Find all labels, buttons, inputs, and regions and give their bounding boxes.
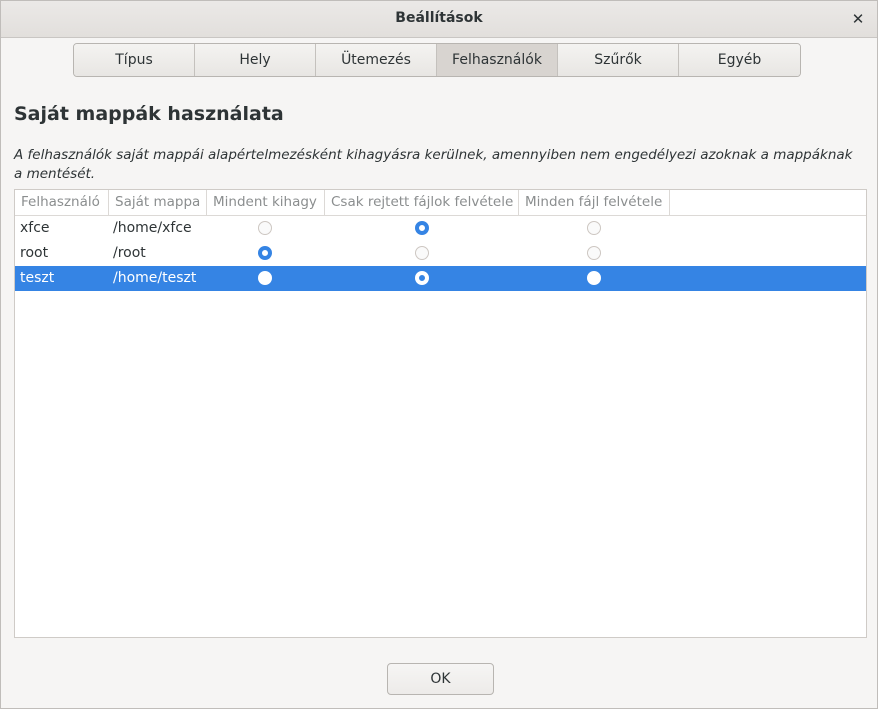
table-header: Felhasználó Saját mappa Mindent kihagy C…: [15, 190, 866, 216]
home-cell: /home/teszt: [113, 270, 197, 286]
tab-felhasznalok[interactable]: Felhasználók: [437, 44, 558, 76]
user-cell: root: [20, 245, 49, 261]
window-title: Beállítások: [395, 10, 483, 26]
section-description: A felhasználók saját mappái alapértelmez…: [14, 147, 853, 182]
tab-utemezes[interactable]: Ütemezés: [316, 44, 437, 76]
settings-dialog: Beállítások ✕ Típus Hely Ütemezés Felhas…: [0, 0, 878, 709]
radio-skip-all[interactable]: [258, 246, 272, 260]
page-title: Saját mappák használata: [14, 103, 284, 125]
tab-egyeb[interactable]: Egyéb: [679, 44, 800, 76]
user-cell: xfce: [20, 220, 50, 236]
titlebar: Beállítások ✕: [1, 1, 877, 38]
users-table: Felhasználó Saját mappa Mindent kihagy C…: [14, 189, 867, 638]
radio-hidden-only[interactable]: [415, 221, 429, 235]
tab-tipus[interactable]: Típus: [74, 44, 195, 76]
table-row[interactable]: teszt/home/teszt: [15, 266, 866, 291]
home-cell: /home/xfce: [113, 220, 192, 236]
user-cell: teszt: [20, 270, 55, 286]
close-icon[interactable]: ✕: [847, 8, 869, 30]
radio-skip-all[interactable]: [258, 271, 272, 285]
table-row[interactable]: root/root: [15, 241, 866, 266]
radio-skip-all[interactable]: [258, 221, 272, 235]
column-header-all-files[interactable]: Minden fájl felvétele: [519, 190, 670, 215]
table-row[interactable]: xfce/home/xfce: [15, 216, 866, 241]
radio-hidden-only[interactable]: [415, 271, 429, 285]
tab-bar: Típus Hely Ütemezés Felhasználók Szűrők …: [73, 43, 801, 77]
radio-all-files[interactable]: [587, 246, 601, 260]
radio-all-files[interactable]: [587, 221, 601, 235]
column-header-skip-all[interactable]: Mindent kihagy: [207, 190, 325, 215]
tab-hely[interactable]: Hely: [195, 44, 316, 76]
column-header-user[interactable]: Felhasználó: [15, 190, 109, 215]
tab-szurok[interactable]: Szűrők: [558, 44, 679, 76]
radio-hidden-only[interactable]: [415, 246, 429, 260]
column-header-home[interactable]: Saját mappa: [109, 190, 207, 215]
radio-all-files[interactable]: [587, 271, 601, 285]
column-header-hidden-only[interactable]: Csak rejtett fájlok felvétele: [325, 190, 519, 215]
ok-button[interactable]: OK: [387, 663, 494, 695]
home-cell: /root: [113, 245, 146, 261]
